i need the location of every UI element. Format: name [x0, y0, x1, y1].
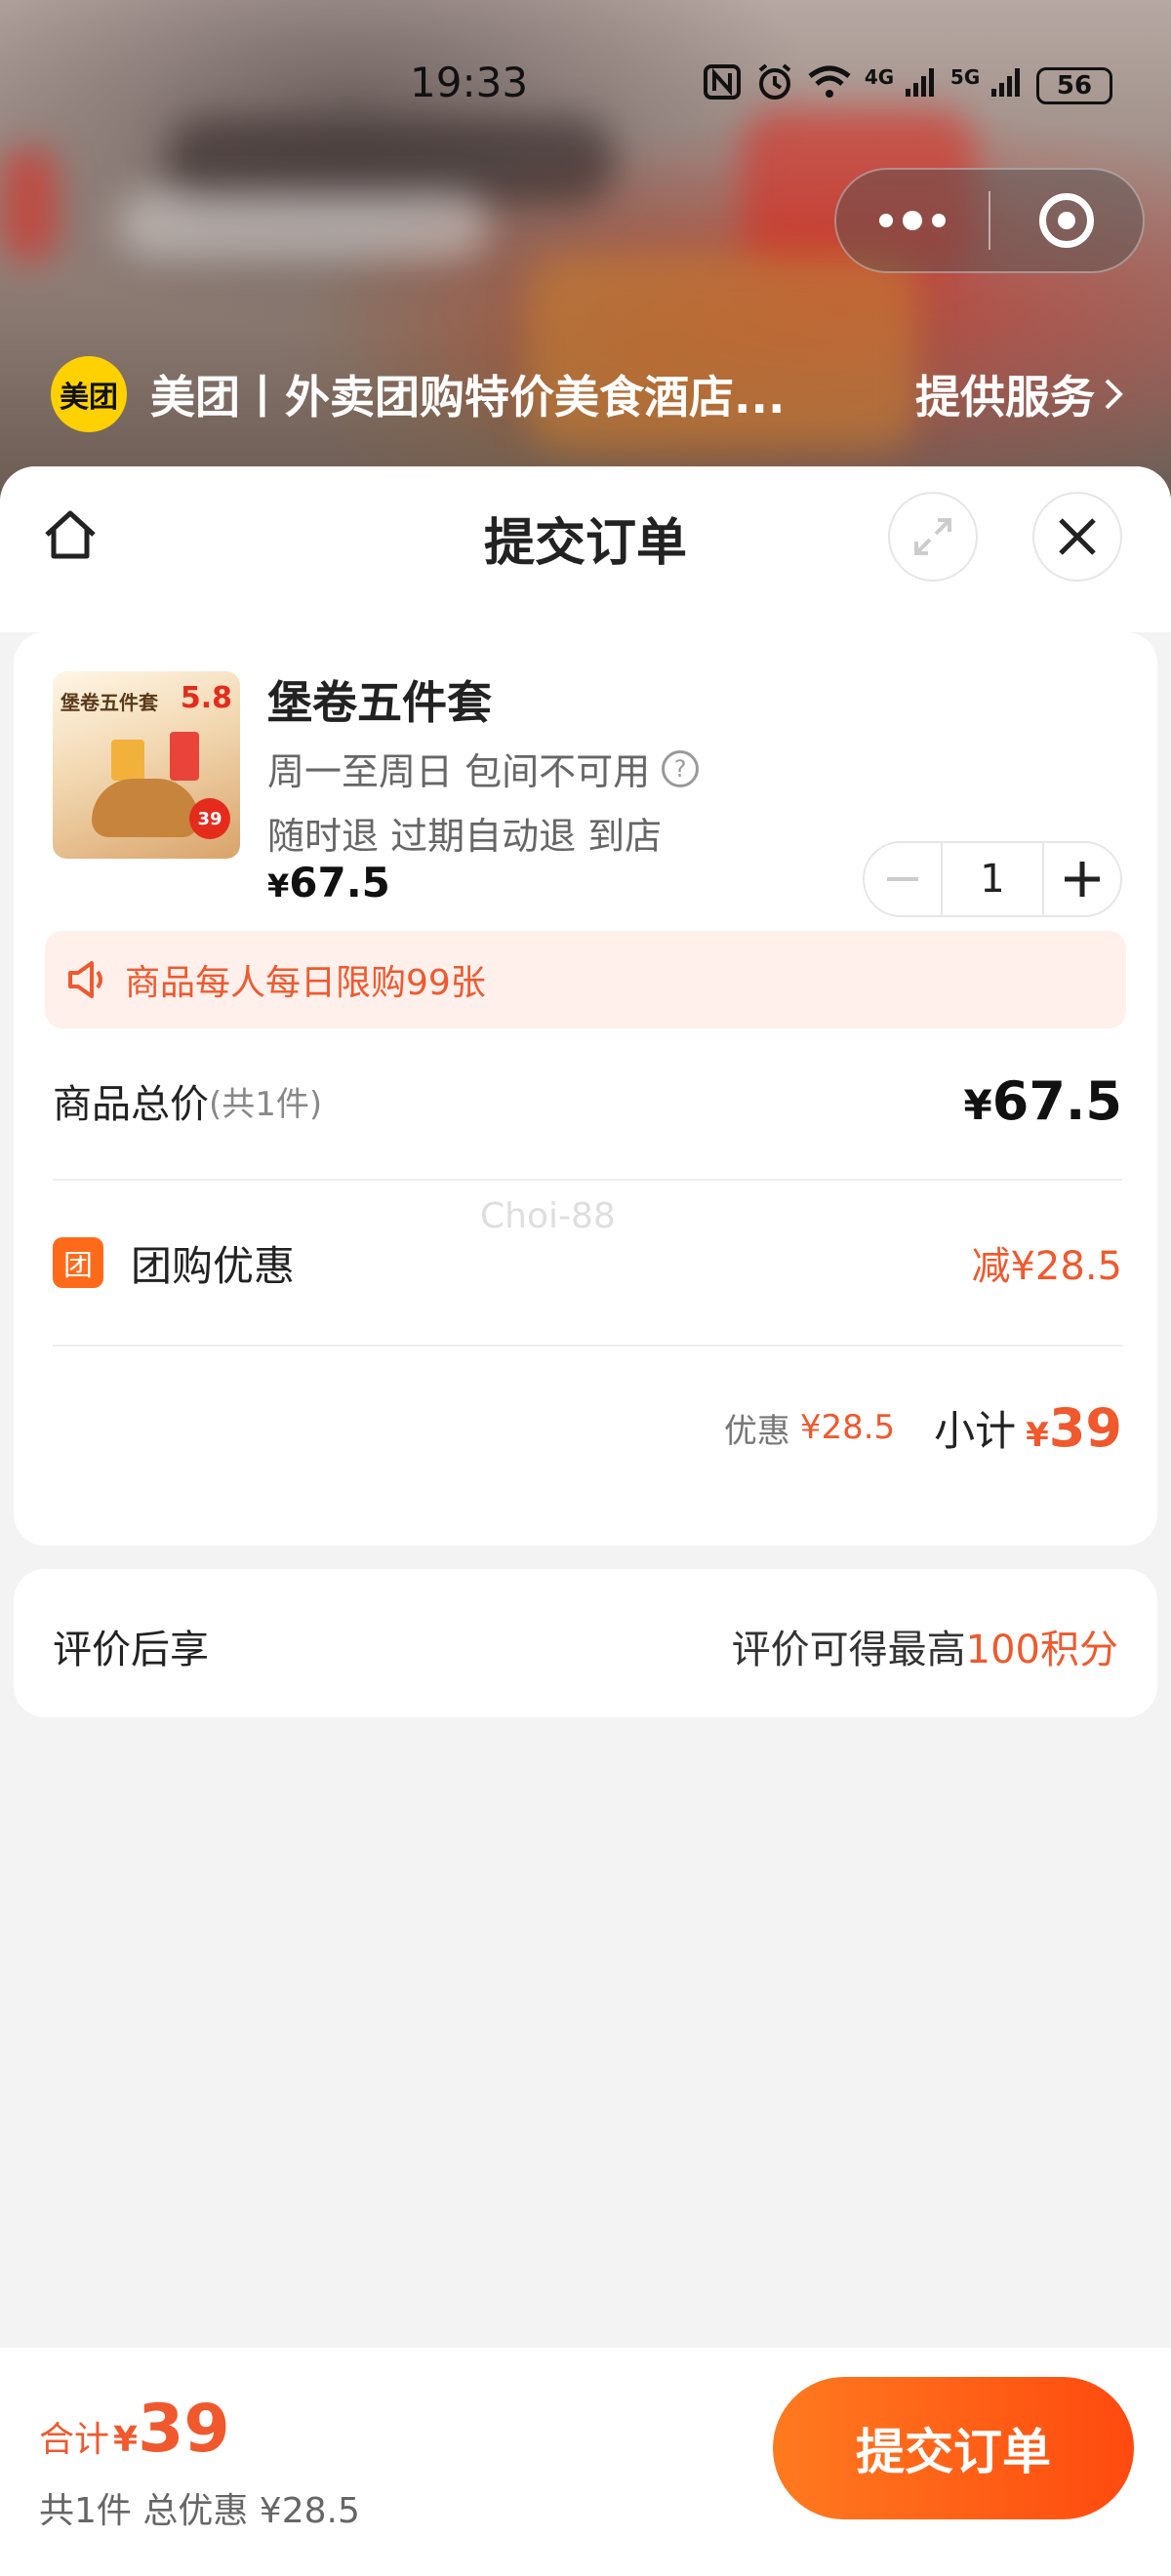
- subtotal-value: ¥39: [1026, 1396, 1122, 1459]
- chevron-right-icon: [1105, 379, 1123, 410]
- order-sheet: 提交订单 堡卷五件套 5.8 39 堡卷五件套 周一至周日 包间不可用 ? 随时…: [0, 466, 1171, 2576]
- goods-total-label: 商品总价: [53, 1082, 209, 1127]
- miniprogram-capsule: [834, 168, 1145, 273]
- product-refund-policy: 随时退 过期自动退 到店: [267, 815, 663, 858]
- product-image: 堡卷五件套 5.8 39: [53, 671, 240, 859]
- miniprogram-close-icon: [1038, 193, 1094, 248]
- more-button[interactable]: [836, 170, 989, 271]
- close-button[interactable]: [1032, 492, 1122, 582]
- meituan-logo: 美团: [51, 356, 127, 432]
- product-price: ¥67.5: [267, 859, 390, 906]
- review-label: 评价后享: [53, 1628, 209, 1672]
- battery-indicator: 56: [1036, 66, 1112, 104]
- nfc-icon: [703, 63, 742, 107]
- submit-order-button[interactable]: 提交订单: [773, 2377, 1134, 2519]
- discount-label: 优惠: [723, 1411, 790, 1451]
- screen: 19:33 4G 5G 56 美团 美团丨外卖团购特价美食酒店... 提供服务 …: [0, 0, 1171, 2576]
- goods-total-row: 商品总价 (共1件) ¥67.5: [53, 1062, 1122, 1140]
- sheet-header: 提交订单: [0, 466, 1171, 632]
- grand-total-value: 39: [138, 2391, 230, 2468]
- divider: [53, 1179, 1122, 1181]
- grand-total-summary: 共1件 总优惠 ¥28.5: [39, 2491, 360, 2531]
- group-discount-label: 团购优惠: [131, 1241, 296, 1290]
- subtotal-label: 小计: [934, 1406, 1017, 1455]
- product-name: 堡卷五件套: [267, 676, 492, 729]
- grand-total-label: 合计: [39, 2420, 110, 2460]
- review-reward: 评价可得最高100积分: [731, 1628, 1118, 1672]
- provider-row[interactable]: 美团 美团丨外卖团购特价美食酒店... 提供服务: [51, 355, 1124, 433]
- speaker-icon: [68, 961, 102, 998]
- status-bar: 19:33 4G 5G 56: [0, 39, 1171, 133]
- product-usage: 周一至周日 包间不可用 ?: [267, 742, 700, 795]
- provider-service-link[interactable]: 提供服务: [915, 362, 1124, 426]
- grand-total: 合计 ¥ 39: [39, 2391, 230, 2468]
- group-discount-value: 减¥28.5: [971, 1244, 1122, 1289]
- 5g-signal-icon: 5G: [950, 65, 1023, 105]
- minus-icon: [887, 877, 918, 881]
- expand-button[interactable]: [888, 492, 978, 582]
- alarm-icon: [755, 62, 794, 108]
- page-title: 提交订单: [483, 514, 687, 573]
- question-icon[interactable]: ?: [662, 749, 700, 787]
- checkout-bar: 合计 ¥ 39 共1件 总优惠 ¥28.5 提交订单: [0, 2348, 1171, 2576]
- expand-icon: [914, 518, 951, 555]
- divider: [53, 1345, 1122, 1347]
- status-time: 19:33: [410, 59, 529, 106]
- order-card: 堡卷五件套 5.8 39 堡卷五件套 周一至周日 包间不可用 ? 随时退 过期自…: [14, 632, 1157, 1546]
- wifi-icon: [808, 64, 851, 106]
- group-buy-icon: 团: [53, 1237, 103, 1288]
- discount-value: ¥28.5: [799, 1408, 896, 1447]
- group-discount-row: 团 团购优惠 减¥28.5: [53, 1224, 1122, 1302]
- purchase-limit-notice: 商品每人每日限购99张: [45, 931, 1126, 1028]
- status-icons: 4G 5G 56: [703, 62, 1112, 108]
- miniprogram-close-button[interactable]: [990, 170, 1143, 271]
- review-points: 100积分: [965, 1628, 1118, 1672]
- limit-text: 商品每人每日限购99张: [125, 963, 486, 1003]
- 4g-signal-icon: 4G: [865, 65, 937, 105]
- quantity-value[interactable]: 1: [941, 843, 1044, 915]
- decrease-button[interactable]: [865, 843, 941, 915]
- close-icon: [1059, 518, 1096, 555]
- provider-link-label: 提供服务: [915, 371, 1095, 423]
- goods-total-value: ¥67.5: [963, 1069, 1122, 1132]
- increase-button[interactable]: [1044, 843, 1120, 915]
- subtotal-row: 优惠 ¥28.5 小计 ¥39: [53, 1384, 1122, 1471]
- quantity-stepper: 1: [863, 841, 1122, 917]
- more-dots-icon: [879, 211, 946, 230]
- plus-icon: [1065, 862, 1100, 897]
- provider-name: 美团丨外卖团购特价美食酒店...: [150, 371, 786, 423]
- review-reward-card: 评价后享 评价可得最高100积分: [14, 1569, 1157, 1717]
- goods-count: (共1件): [209, 1084, 323, 1124]
